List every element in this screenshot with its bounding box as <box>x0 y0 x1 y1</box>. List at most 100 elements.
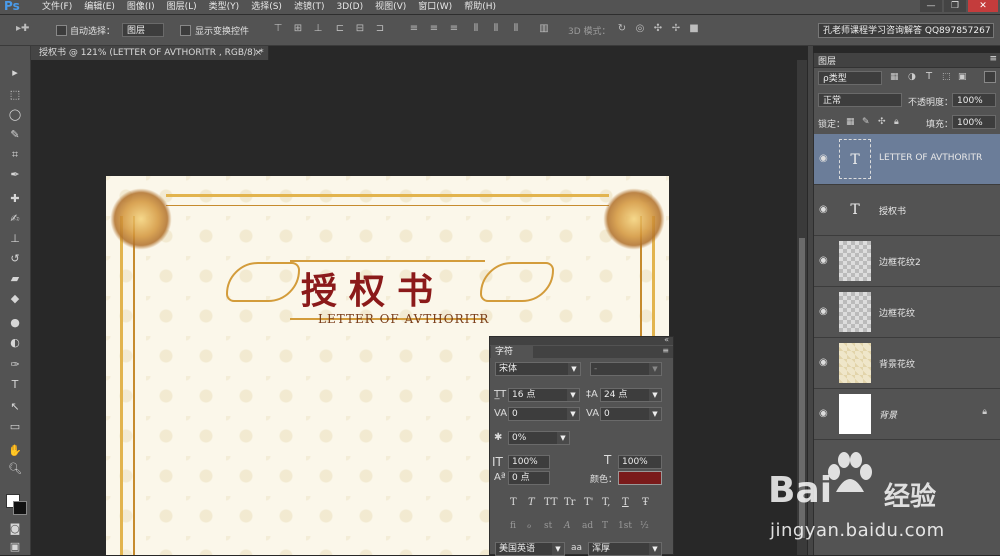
kerning-input[interactable]: 0 ▼ <box>508 407 580 421</box>
collapse-panel-icon[interactable]: « <box>664 335 669 344</box>
move-tool-icon[interactable]: ▸✚ <box>16 23 29 35</box>
layer-row[interactable]: ◉ 背景 🔒︎ <box>814 389 1000 440</box>
path-select-tool-icon[interactable]: ↖ <box>6 398 24 416</box>
fractions-button[interactable]: ½ <box>640 521 649 531</box>
strikethrough-button[interactable]: Ŧ <box>642 497 649 508</box>
eye-icon[interactable]: ◉ <box>819 204 828 215</box>
minimize-button[interactable]: — <box>920 0 942 12</box>
antialias-dropdown[interactable]: 浑厚 ▼ <box>588 542 662 556</box>
text-color-swatch[interactable] <box>618 471 662 485</box>
opacity-input[interactable]: 100% <box>952 93 996 107</box>
filter-pixel-icon[interactable]: ▦ <box>890 72 899 82</box>
type-tool-icon[interactable]: T <box>6 376 24 394</box>
menu-layer[interactable]: 图层(L) <box>161 1 203 13</box>
zoom-tool-icon[interactable]: 🔍︎ <box>6 460 24 478</box>
layer-row[interactable]: ◉ 边框花纹 <box>814 287 1000 338</box>
superscript-button[interactable]: T' <box>584 497 593 508</box>
hand-tool-icon[interactable]: ✋ <box>6 442 24 460</box>
blend-mode-dropdown[interactable]: 正常 <box>818 93 902 107</box>
character-tab[interactable]: 字符 <box>491 346 533 358</box>
3d-rotate-icon[interactable]: ↻ <box>616 23 628 35</box>
align-hcenter-icon[interactable]: ⊟ <box>354 23 366 35</box>
font-size-input[interactable]: 16 点 ▼ <box>508 388 580 402</box>
align-right-icon[interactable]: ⊐ <box>374 23 386 35</box>
marquee-tool-icon[interactable]: ⬚ <box>6 86 24 104</box>
eye-icon[interactable]: ◉ <box>819 306 828 317</box>
small-caps-button[interactable]: Tr <box>564 497 575 508</box>
pen-tool-icon[interactable]: ✑ <box>6 356 24 374</box>
discretionary-ligatures-button[interactable]: st <box>544 521 552 531</box>
3d-slide-icon[interactable]: ✢ <box>670 23 682 35</box>
eye-icon[interactable]: ◉ <box>819 255 828 266</box>
filter-type-icon[interactable]: T <box>926 71 932 82</box>
lock-pixels-icon[interactable]: ✎ <box>862 117 870 127</box>
healing-tool-icon[interactable]: ✚ <box>6 190 24 208</box>
fill-input[interactable]: 100% <box>952 115 996 129</box>
layer-row[interactable]: ◉ 背景花纹 <box>814 338 1000 389</box>
subscript-button[interactable]: T, <box>602 497 610 508</box>
dodge-tool-icon[interactable]: ◐ <box>6 334 24 352</box>
menu-image[interactable]: 图像(I) <box>121 1 161 13</box>
shape-tool-icon[interactable]: ▭ <box>6 418 24 436</box>
align-bottom-icon[interactable]: ⊥ <box>312 23 324 35</box>
stamp-tool-icon[interactable]: ⊥ <box>6 230 24 248</box>
document-tab[interactable]: 授权书 @ 121% (LETTER OF AVTHORITR , RGB/8)… <box>31 46 269 60</box>
panel-menu-icon[interactable]: ≡ <box>989 54 997 64</box>
history-brush-tool-icon[interactable]: ↺ <box>6 250 24 268</box>
baseline-shift-input[interactable]: 0 点 <box>508 471 550 485</box>
leading-input[interactable]: 24 点 ▼ <box>600 388 662 402</box>
align-top-icon[interactable]: ⊤ <box>272 23 284 35</box>
lock-position-icon[interactable]: ✣ <box>878 117 886 127</box>
screen-mode-icon[interactable]: ▣ <box>6 540 24 554</box>
all-caps-button[interactable]: TT <box>544 497 558 508</box>
eye-icon[interactable]: ◉ <box>819 357 828 368</box>
auto-select-checkbox[interactable] <box>56 25 67 36</box>
swash-button[interactable]: A <box>564 521 571 531</box>
ligatures-button[interactable]: fi <box>510 521 516 531</box>
eye-icon[interactable]: ◉ <box>819 153 828 164</box>
layer-row[interactable]: ◉ T 授权书 <box>814 185 1000 236</box>
filter-adjustment-icon[interactable]: ◑ <box>908 72 916 82</box>
align-left-icon[interactable]: ⊏ <box>334 23 346 35</box>
filter-toggle[interactable] <box>984 71 996 83</box>
layer-filter-dropdown[interactable]: ρ类型 <box>818 71 882 85</box>
background-color-swatch[interactable] <box>13 501 27 515</box>
close-button[interactable]: ✕ <box>968 0 998 12</box>
faux-bold-button[interactable]: T <box>510 497 517 508</box>
menu-view[interactable]: 视图(V) <box>369 1 412 13</box>
restore-button[interactable]: ❐ <box>944 0 966 12</box>
menu-edit[interactable]: 编辑(E) <box>78 1 121 13</box>
lock-all-icon[interactable]: 🔒︎ <box>894 117 899 127</box>
menu-file[interactable]: 文件(F) <box>36 1 78 13</box>
lock-transparency-icon[interactable]: ▦ <box>846 117 855 127</box>
horizontal-scale-input[interactable]: 100% <box>618 455 662 469</box>
proportional-spacing-input[interactable]: 0% ▼ <box>508 431 570 445</box>
ordinals-button[interactable]: 1st <box>618 521 632 531</box>
layer-row[interactable]: ◉ 边框花纹2 <box>814 236 1000 287</box>
font-family-dropdown[interactable]: 宋体 ▼ <box>495 362 581 376</box>
stylistic-alternates-button[interactable]: ad <box>582 521 593 531</box>
blur-tool-icon[interactable]: ● <box>6 314 24 332</box>
move-tool-icon[interactable]: ▸ <box>6 64 24 82</box>
distribute-hcenter-icon[interactable]: ⫴ <box>490 23 502 35</box>
auto-select-dropdown[interactable]: 图层 <box>122 23 164 37</box>
menu-filter[interactable]: 滤镜(T) <box>288 1 331 13</box>
eraser-tool-icon[interactable]: ▰ <box>6 270 24 288</box>
paint-bucket-tool-icon[interactable]: ◆ <box>6 290 24 308</box>
close-tab-icon[interactable]: × <box>254 46 262 60</box>
underline-button[interactable]: T <box>622 497 629 508</box>
brush-tool-icon[interactable]: ✍ <box>6 210 24 228</box>
menu-select[interactable]: 选择(S) <box>245 1 288 13</box>
distribute-top-icon[interactable]: ≡ <box>408 23 420 35</box>
distribute-right-icon[interactable]: ⫴ <box>510 23 522 35</box>
panel-titlebar[interactable] <box>490 337 673 345</box>
vertical-scale-input[interactable]: 100% <box>508 455 550 469</box>
crop-tool-icon[interactable]: ⌗ <box>6 146 24 164</box>
quick-mask-icon[interactable]: ◙ <box>6 520 24 538</box>
panel-menu-icon[interactable]: ≡ <box>662 346 669 355</box>
eye-icon[interactable]: ◉ <box>819 408 828 419</box>
auto-align-icon[interactable]: ▥ <box>538 23 550 35</box>
menu-window[interactable]: 窗口(W) <box>412 1 458 13</box>
alt-ligatures-button[interactable]: ℴ <box>527 521 531 531</box>
filter-smart-object-icon[interactable]: ▣ <box>958 72 967 82</box>
